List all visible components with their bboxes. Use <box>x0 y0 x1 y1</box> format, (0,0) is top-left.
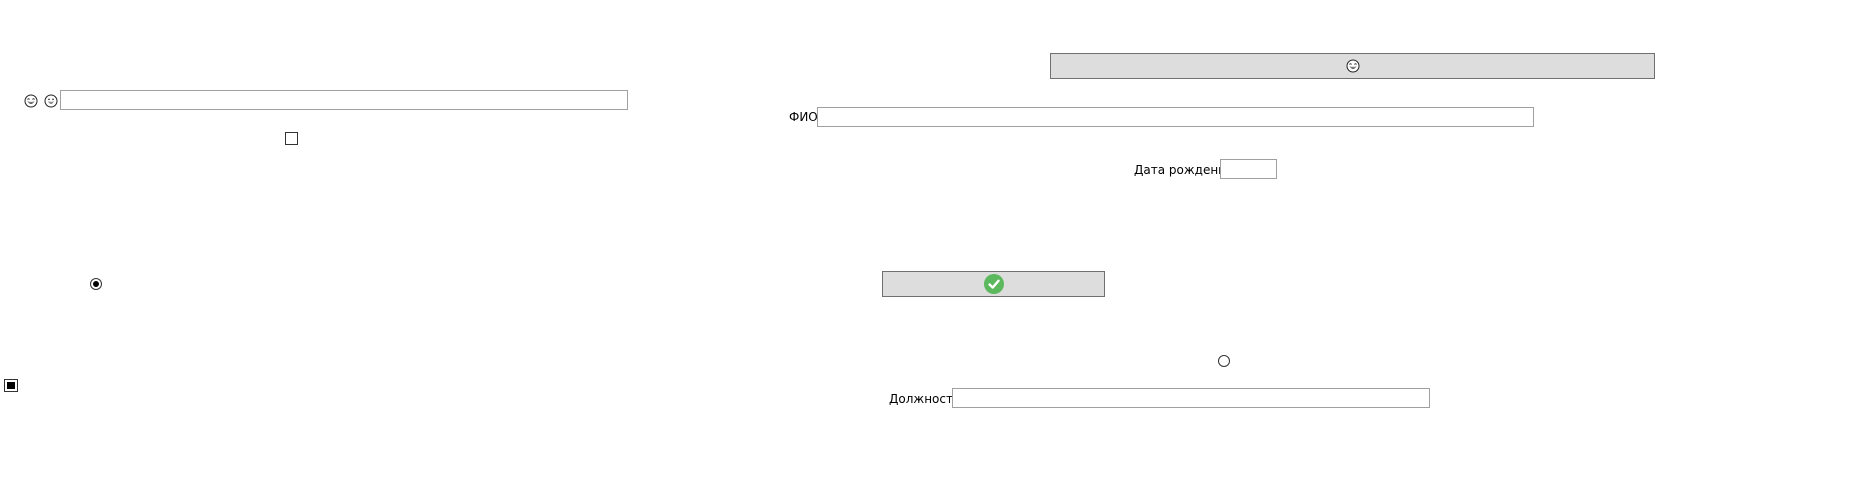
birth-date-input[interactable] <box>1220 159 1277 179</box>
fio-input[interactable] <box>817 107 1534 127</box>
fio-label: ФИО <box>789 110 818 124</box>
emoji-button[interactable] <box>1050 53 1655 79</box>
radio-selected-dot <box>93 281 99 287</box>
checkbox-unchecked[interactable] <box>285 132 298 145</box>
checkbox-indeterminate-mark <box>7 382 15 389</box>
grinning-emoji-icon[interactable] <box>44 94 58 108</box>
laughing-emoji-icon[interactable] <box>24 94 38 108</box>
radio-selected[interactable] <box>90 278 102 290</box>
birth-date-label: Дата рождения <box>1134 163 1234 177</box>
checkbox-indeterminate[interactable] <box>4 379 18 392</box>
green-check-icon <box>983 274 1004 294</box>
position-label: Должность <box>889 392 961 406</box>
confirm-button[interactable] <box>882 271 1105 297</box>
radio-unselected[interactable] <box>1218 355 1230 367</box>
position-input[interactable] <box>952 388 1430 408</box>
grinning-emoji-icon <box>1346 59 1359 73</box>
top-left-text-field[interactable] <box>60 90 628 110</box>
